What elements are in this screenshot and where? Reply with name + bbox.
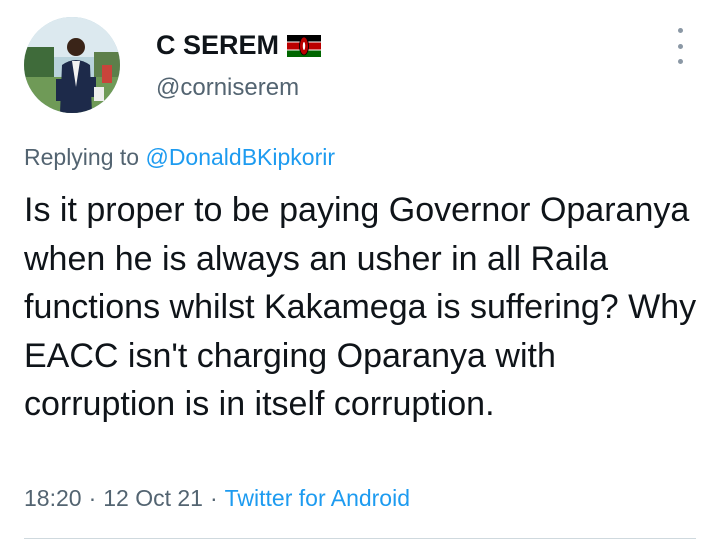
meta-separator: · [209,485,218,511]
meta-separator: · [88,485,97,511]
tweet-time[interactable]: 18:20 [24,485,82,511]
more-dot [677,28,683,33]
replying-to-label: Replying to [24,144,140,170]
user-display-name[interactable]: C SEREM [156,30,279,61]
tweet-source-link[interactable]: Twitter for Android [225,485,410,511]
user-handle[interactable]: @corniserem [156,74,299,102]
reply-mention-link[interactable]: @DonaldBKipkorir [145,144,335,170]
more-options-icon[interactable] [670,28,690,64]
more-dot [677,43,683,49]
more-dot [677,59,683,64]
divider [24,538,696,539]
user-display-name-row[interactable]: C SEREM [156,30,322,61]
tweet-date[interactable]: 12 Oct 21 [103,485,203,511]
replying-to: Replying to @DonaldBKipkorir [24,144,335,171]
avatar[interactable] [24,17,120,113]
avatar-photo-icon [24,17,120,113]
tweet-text: Is it proper to be paying Governor Opara… [24,191,697,423]
tweet-meta: 18:20 · 12 Oct 21 · Twitter for Android [24,485,410,512]
kenya-flag-icon [287,34,322,57]
